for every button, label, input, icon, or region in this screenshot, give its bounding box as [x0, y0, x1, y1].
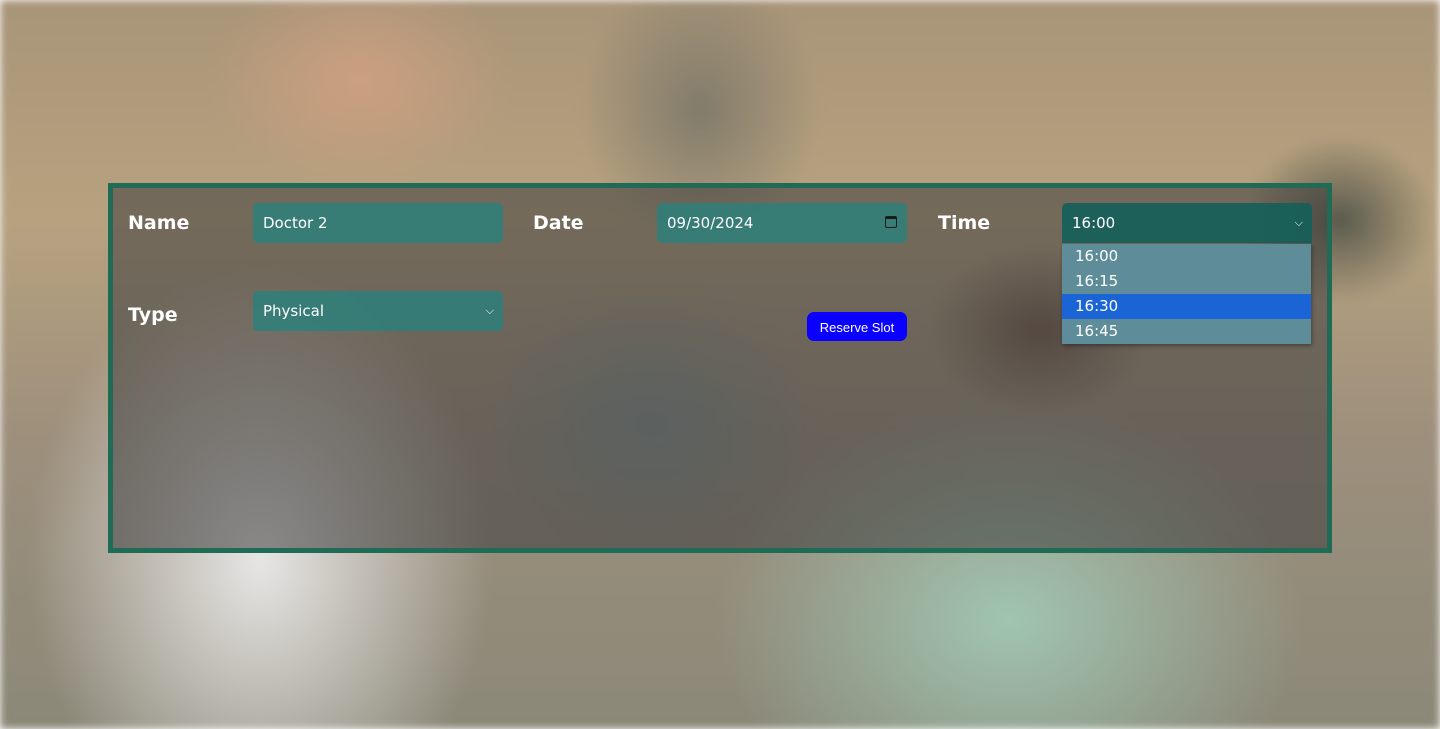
time-option[interactable]: 16:45 — [1062, 319, 1311, 344]
name-input-value: Doctor 2 — [263, 214, 328, 232]
time-select[interactable]: 16:00 ⌵ — [1062, 203, 1312, 243]
time-select-value: 16:00 — [1072, 214, 1116, 232]
date-input-value: 09/30/2024 — [667, 214, 754, 232]
time-dropdown-list: 16:00 16:15 16:30 16:45 — [1062, 244, 1311, 344]
type-select-value: Physical — [263, 302, 325, 320]
type-select[interactable]: Physical ⌵ — [253, 291, 503, 331]
time-option[interactable]: 16:00 — [1062, 244, 1311, 269]
chevron-down-icon: ⌵ — [1294, 216, 1303, 229]
date-label: Date — [533, 212, 584, 234]
name-label: Name — [128, 212, 190, 234]
calendar-icon[interactable] — [885, 216, 897, 228]
time-option[interactable]: 16:15 — [1062, 269, 1311, 294]
chevron-down-icon: ⌵ — [485, 304, 494, 317]
time-label: Time — [938, 212, 991, 234]
time-option-highlighted[interactable]: 16:30 — [1062, 294, 1311, 319]
name-input[interactable]: Doctor 2 — [253, 203, 503, 243]
date-input[interactable]: 09/30/2024 — [657, 203, 907, 243]
reserve-slot-button[interactable]: Reserve Slot — [807, 312, 907, 341]
type-label: Type — [128, 304, 178, 326]
